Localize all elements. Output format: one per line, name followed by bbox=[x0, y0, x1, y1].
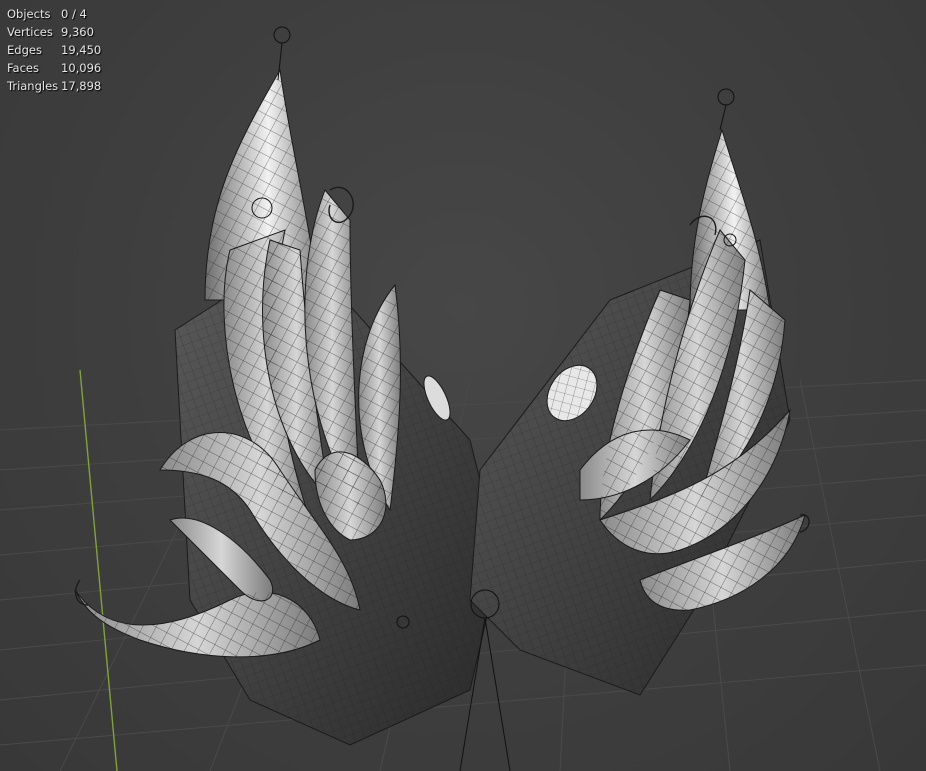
stat-value: 9,360 bbox=[61, 25, 94, 39]
stat-label: Triangles bbox=[7, 79, 59, 93]
stat-row-triangles: Triangles 17,898 bbox=[7, 77, 101, 95]
stat-row-faces: Faces 10,096 bbox=[7, 59, 101, 77]
stat-label: Edges bbox=[7, 43, 42, 57]
stat-row-objects: Objects 0 / 4 bbox=[7, 5, 101, 23]
scene-statistics-overlay: Objects 0 / 4 Vertices 9,360 Edges 19,45… bbox=[7, 5, 101, 95]
scene-canvas[interactable] bbox=[0, 0, 926, 771]
stat-label: Objects bbox=[7, 7, 51, 21]
y-axis-line bbox=[79, 369, 118, 771]
stat-row-vertices: Vertices 9,360 bbox=[7, 23, 101, 41]
stat-label: Vertices bbox=[7, 25, 53, 39]
stat-value: 19,450 bbox=[61, 43, 102, 57]
stat-value: 10,096 bbox=[61, 61, 102, 75]
stat-label: Faces bbox=[7, 61, 39, 75]
stat-value: 0 / 4 bbox=[61, 7, 87, 21]
stat-value: 17,898 bbox=[61, 79, 102, 93]
3d-viewport[interactable]: Objects 0 / 4 Vertices 9,360 Edges 19,45… bbox=[0, 0, 926, 771]
stat-row-edges: Edges 19,450 bbox=[7, 41, 101, 59]
